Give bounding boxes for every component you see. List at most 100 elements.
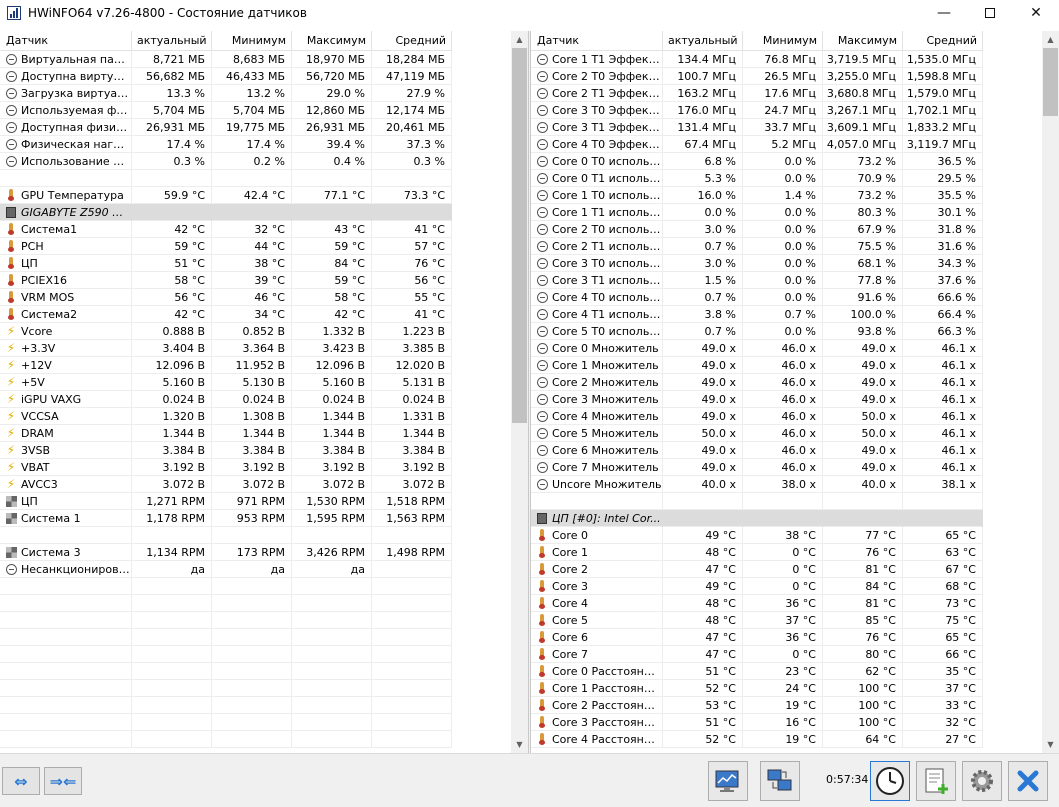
col-current-header[interactable]: актуальный	[132, 31, 212, 51]
table-row[interactable]: ⚡ DRAM 1.344 В 1.344 В 1.344 В 1.344 В	[0, 424, 452, 442]
table-row[interactable]: ⚡ AVCC3 3.072 В 3.072 В 3.072 В 3.072 В	[0, 475, 452, 493]
right-scroll-thumb[interactable]	[1043, 48, 1058, 116]
network-button[interactable]	[760, 761, 800, 801]
col-avg-header[interactable]: Средний	[372, 31, 452, 51]
nav-left-button[interactable]: ⇔	[2, 767, 40, 795]
table-row[interactable]: Core 4 Расстояние... 52 °C 19 °C 64 °C 27 °C	[531, 730, 983, 748]
table-row[interactable]: Core 3 Расстояние... 51 °C 16 °C 100 °C 32 °…	[531, 713, 983, 731]
table-row[interactable]: Core 3 T0 Эффект... 176.0 МГц 24.7 МГц 3,26…	[531, 101, 983, 119]
table-row[interactable]	[0, 730, 452, 748]
col-current-header[interactable]: актуальный	[663, 31, 743, 51]
table-row[interactable]: Core 1 Множитель 49.0 x 46.0 x 49.0 x 46.1 x	[531, 356, 983, 374]
table-row[interactable]: Система 3 1,134 RPM 173 RPM 3,426 RPM 1,498 …	[0, 543, 452, 561]
table-row[interactable]	[0, 169, 452, 187]
table-row[interactable]: Core 5 T0 использ... 0.7 % 0.0 % 93.8 % 66.3…	[531, 322, 983, 340]
graph-button[interactable]	[708, 761, 748, 801]
table-row[interactable]: ⚡ +12V 12.096 В 11.952 В 12.096 В 12.020 В	[0, 356, 452, 374]
table-row[interactable]: ЦП 51 °C 38 °C 84 °C 76 °C	[0, 254, 452, 272]
close-button[interactable]: ✕	[1013, 0, 1059, 26]
table-row[interactable]: Core 5 48 °C 37 °C 85 °C 75 °C	[531, 611, 983, 629]
title-bar[interactable]: HWiNFO64 v7.26-4800 - Состояние датчиков…	[0, 0, 1059, 26]
table-row[interactable]: ⚡ +3.3V 3.404 В 3.364 В 3.423 В 3.385 В	[0, 339, 452, 357]
table-row[interactable]: Core 2 T0 использ... 3.0 % 0.0 % 67.9 % 31.8…	[531, 220, 983, 238]
sensor-group-row[interactable]: ЦП [#0]: Intel Cor...	[531, 509, 983, 527]
right-sensor-pane[interactable]: Датчик актуальный Минимум Максимум Средн…	[531, 31, 1059, 753]
table-row[interactable]: ⚡ VBAT 3.192 В 3.192 В 3.192 В 3.192 В	[0, 458, 452, 476]
col-min-header[interactable]: Минимум	[212, 31, 292, 51]
table-row[interactable]: Core 3 T1 использ... 1.5 % 0.0 % 77.8 % 37.6…	[531, 271, 983, 289]
table-row[interactable]: Доступна виртуал... 56,682 МБ 46,433 МБ 56,…	[0, 67, 452, 85]
table-row[interactable]: PCIEX16 58 °C 39 °C 59 °C 56 °C	[0, 271, 452, 289]
table-row[interactable]: Несанкционирова... да да да	[0, 560, 452, 578]
table-row[interactable]	[0, 662, 452, 680]
scroll-down-icon[interactable]: ▼	[1042, 736, 1059, 753]
table-row[interactable]: Uncore Множитель 40.0 x 38.0 x 40.0 x 38.1 x	[531, 475, 983, 493]
table-row[interactable]	[0, 526, 452, 544]
table-row[interactable]: Core 1 Расстояние... 52 °C 24 °C 100 °C 37 °…	[531, 679, 983, 697]
table-row[interactable]: PCH 59 °C 44 °C 59 °C 57 °C	[0, 237, 452, 255]
table-row[interactable]: Core 2 T0 Эффект... 100.7 МГц 26.5 МГц 3,25…	[531, 67, 983, 85]
table-row[interactable]	[0, 594, 452, 612]
sensor-group-row[interactable]: GIGABYTE Z590 UD...	[0, 203, 452, 221]
col-max-header[interactable]: Максимум	[292, 31, 372, 51]
table-row[interactable]: Система1 42 °C 32 °C 43 °C 41 °C	[0, 220, 452, 238]
scroll-down-icon[interactable]: ▼	[511, 736, 528, 753]
table-row[interactable]: Core 0 Множитель 49.0 x 46.0 x 49.0 x 46.1 x	[531, 339, 983, 357]
table-row[interactable]: Core 2 Множитель 49.0 x 46.0 x 49.0 x 46.1 x	[531, 373, 983, 391]
table-row[interactable]	[0, 645, 452, 663]
col-avg-header[interactable]: Средний	[903, 31, 983, 51]
table-row[interactable]: Физическая нагру... 17.4 % 17.4 % 39.4 % 37.…	[0, 135, 452, 153]
table-row[interactable]	[531, 492, 983, 510]
table-row[interactable]: Core 6 Множитель 49.0 x 46.0 x 49.0 x 46.1 x	[531, 441, 983, 459]
table-row[interactable]: ⚡ iGPU VAXG 0.024 В 0.024 В 0.024 В 0.024 В	[0, 390, 452, 408]
table-row[interactable]: Core 4 Множитель 49.0 x 46.0 x 50.0 x 46.1 x	[531, 407, 983, 425]
table-row[interactable]: Core 1 T1 использ... 0.0 % 0.0 % 80.3 % 30.1…	[531, 203, 983, 221]
table-row[interactable]: Core 2 T1 Эффект... 163.2 МГц 17.6 МГц 3,68…	[531, 84, 983, 102]
table-row[interactable]: GPU Температура 59.9 °C 42.4 °C 77.1 °C 73.3…	[0, 186, 452, 204]
table-row[interactable]: Core 5 Множитель 50.0 x 46.0 x 50.0 x 46.1 x	[531, 424, 983, 442]
settings-button[interactable]	[962, 761, 1002, 801]
scroll-up-icon[interactable]: ▲	[1042, 31, 1059, 48]
table-row[interactable]: Core 0 Расстояние... 51 °C 23 °C 62 °C 35 °C	[531, 662, 983, 680]
table-row[interactable]: Core 4 T1 использ... 3.8 % 0.7 % 100.0 % 66.…	[531, 305, 983, 323]
table-row[interactable]: Core 3 49 °C 0 °C 84 °C 68 °C	[531, 577, 983, 595]
table-row[interactable]: Виртуальная памя... 8,721 МБ 8,683 МБ 18,97…	[0, 50, 452, 68]
table-row[interactable]	[0, 679, 452, 697]
left-scrollbar[interactable]: ▲ ▼	[511, 31, 528, 753]
table-row[interactable]	[0, 611, 452, 629]
table-row[interactable]: Используемая физ... 5,704 МБ 5,704 МБ 12,86…	[0, 101, 452, 119]
table-row[interactable]: Core 3 T0 использ... 3.0 % 0.0 % 68.1 % 34.3…	[531, 254, 983, 272]
col-sensor-header[interactable]: Датчик	[0, 31, 132, 51]
table-row[interactable]: Core 2 Расстояние... 53 °C 19 °C 100 °C 33 °…	[531, 696, 983, 714]
table-row[interactable]: Core 3 T1 Эффект... 131.4 МГц 33.7 МГц 3,60…	[531, 118, 983, 136]
table-row[interactable]: Загрузка виртуал... 13.3 % 13.2 % 29.0 % 27.…	[0, 84, 452, 102]
table-row[interactable]: Core 2 47 °C 0 °C 81 °C 67 °C	[531, 560, 983, 578]
table-row[interactable]: Core 7 47 °C 0 °C 80 °C 66 °C	[531, 645, 983, 663]
table-row[interactable]: Доступная физиче... 26,931 МБ 19,775 МБ 26,…	[0, 118, 452, 136]
table-row[interactable]: Core 1 T0 использ... 16.0 % 1.4 % 73.2 % 35.…	[531, 186, 983, 204]
log-button[interactable]	[916, 761, 956, 801]
scroll-up-icon[interactable]: ▲	[511, 31, 528, 48]
reset-timer-button[interactable]	[870, 761, 910, 801]
table-row[interactable]: Core 3 Множитель 49.0 x 46.0 x 49.0 x 46.1 x	[531, 390, 983, 408]
maximize-button[interactable]	[967, 0, 1013, 26]
table-row[interactable]: ⚡ 3VSB 3.384 В 3.384 В 3.384 В 3.384 В	[0, 441, 452, 459]
table-row[interactable]: ЦП 1,271 RPM 971 RPM 1,530 RPM 1,518 RPM	[0, 492, 452, 510]
table-row[interactable]: Core 4 T0 использ... 0.7 % 0.0 % 91.6 % 66.6…	[531, 288, 983, 306]
table-row[interactable]: Core 4 T0 Эффект... 67.4 МГц 5.2 МГц 4,057.…	[531, 135, 983, 153]
left-sensor-pane[interactable]: Датчик актуальный Минимум Максимум Средн…	[0, 31, 528, 753]
minimize-button[interactable]: —	[921, 0, 967, 26]
table-row[interactable]: Core 6 47 °C 36 °C 76 °C 65 °C	[531, 628, 983, 646]
nav-right-button[interactable]: ⇒⇐	[44, 767, 82, 795]
table-row[interactable]: VRM MOS 56 °C 46 °C 58 °C 55 °C	[0, 288, 452, 306]
table-row[interactable]: ⚡ +5V 5.160 В 5.130 В 5.160 В 5.131 В	[0, 373, 452, 391]
table-row[interactable]: Core 0 T1 использ... 5.3 % 0.0 % 70.9 % 29.5…	[531, 169, 983, 187]
table-row[interactable]	[0, 696, 452, 714]
table-row[interactable]: Core 1 48 °C 0 °C 76 °C 63 °C	[531, 543, 983, 561]
table-row[interactable]: Система 1 1,178 RPM 953 RPM 1,595 RPM 1,563 …	[0, 509, 452, 527]
exit-button[interactable]	[1008, 761, 1048, 801]
table-row[interactable]: Core 7 Множитель 49.0 x 46.0 x 49.0 x 46.1 x	[531, 458, 983, 476]
table-row[interactable]: ⚡ Vcore 0.888 В 0.852 В 1.332 В 1.223 В	[0, 322, 452, 340]
col-min-header[interactable]: Минимум	[743, 31, 823, 51]
left-scroll-thumb[interactable]	[512, 48, 527, 423]
